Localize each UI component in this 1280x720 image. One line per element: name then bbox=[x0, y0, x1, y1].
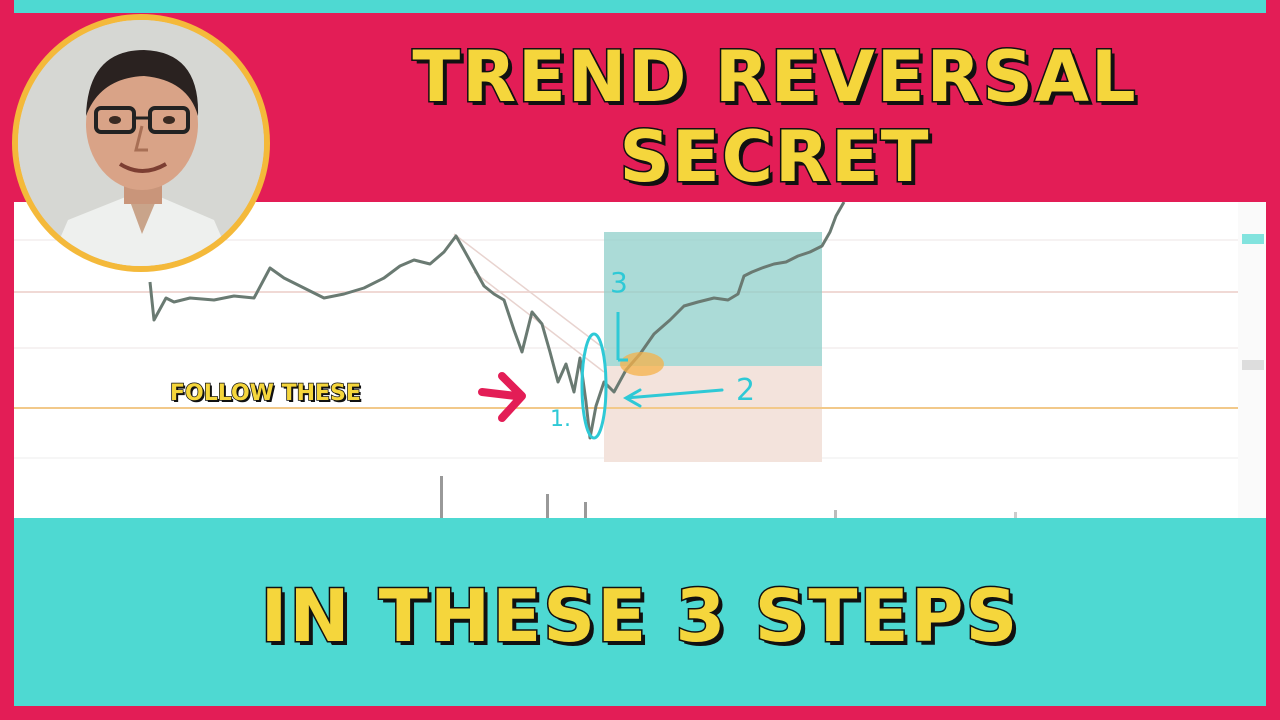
main-title-line-1: TREND REVERSAL bbox=[411, 36, 1138, 118]
presenter-photo bbox=[18, 20, 264, 266]
step-2-label: 2 bbox=[736, 373, 755, 408]
top-strip bbox=[14, 0, 1266, 13]
arrow-right-icon bbox=[478, 372, 526, 422]
avatar bbox=[12, 14, 270, 272]
step-1-label: 1. bbox=[550, 407, 571, 432]
bottom-band: IN THESE 3 STEPS bbox=[14, 518, 1266, 706]
entry-marker bbox=[620, 352, 664, 376]
follow-these-label: FOLLOW THESE bbox=[169, 380, 361, 407]
main-title-line-2: SECRET bbox=[618, 116, 931, 198]
subtitle: IN THESE 3 STEPS bbox=[259, 574, 1020, 658]
stop-zone bbox=[604, 366, 822, 462]
step-3-label: 3 bbox=[610, 266, 628, 299]
